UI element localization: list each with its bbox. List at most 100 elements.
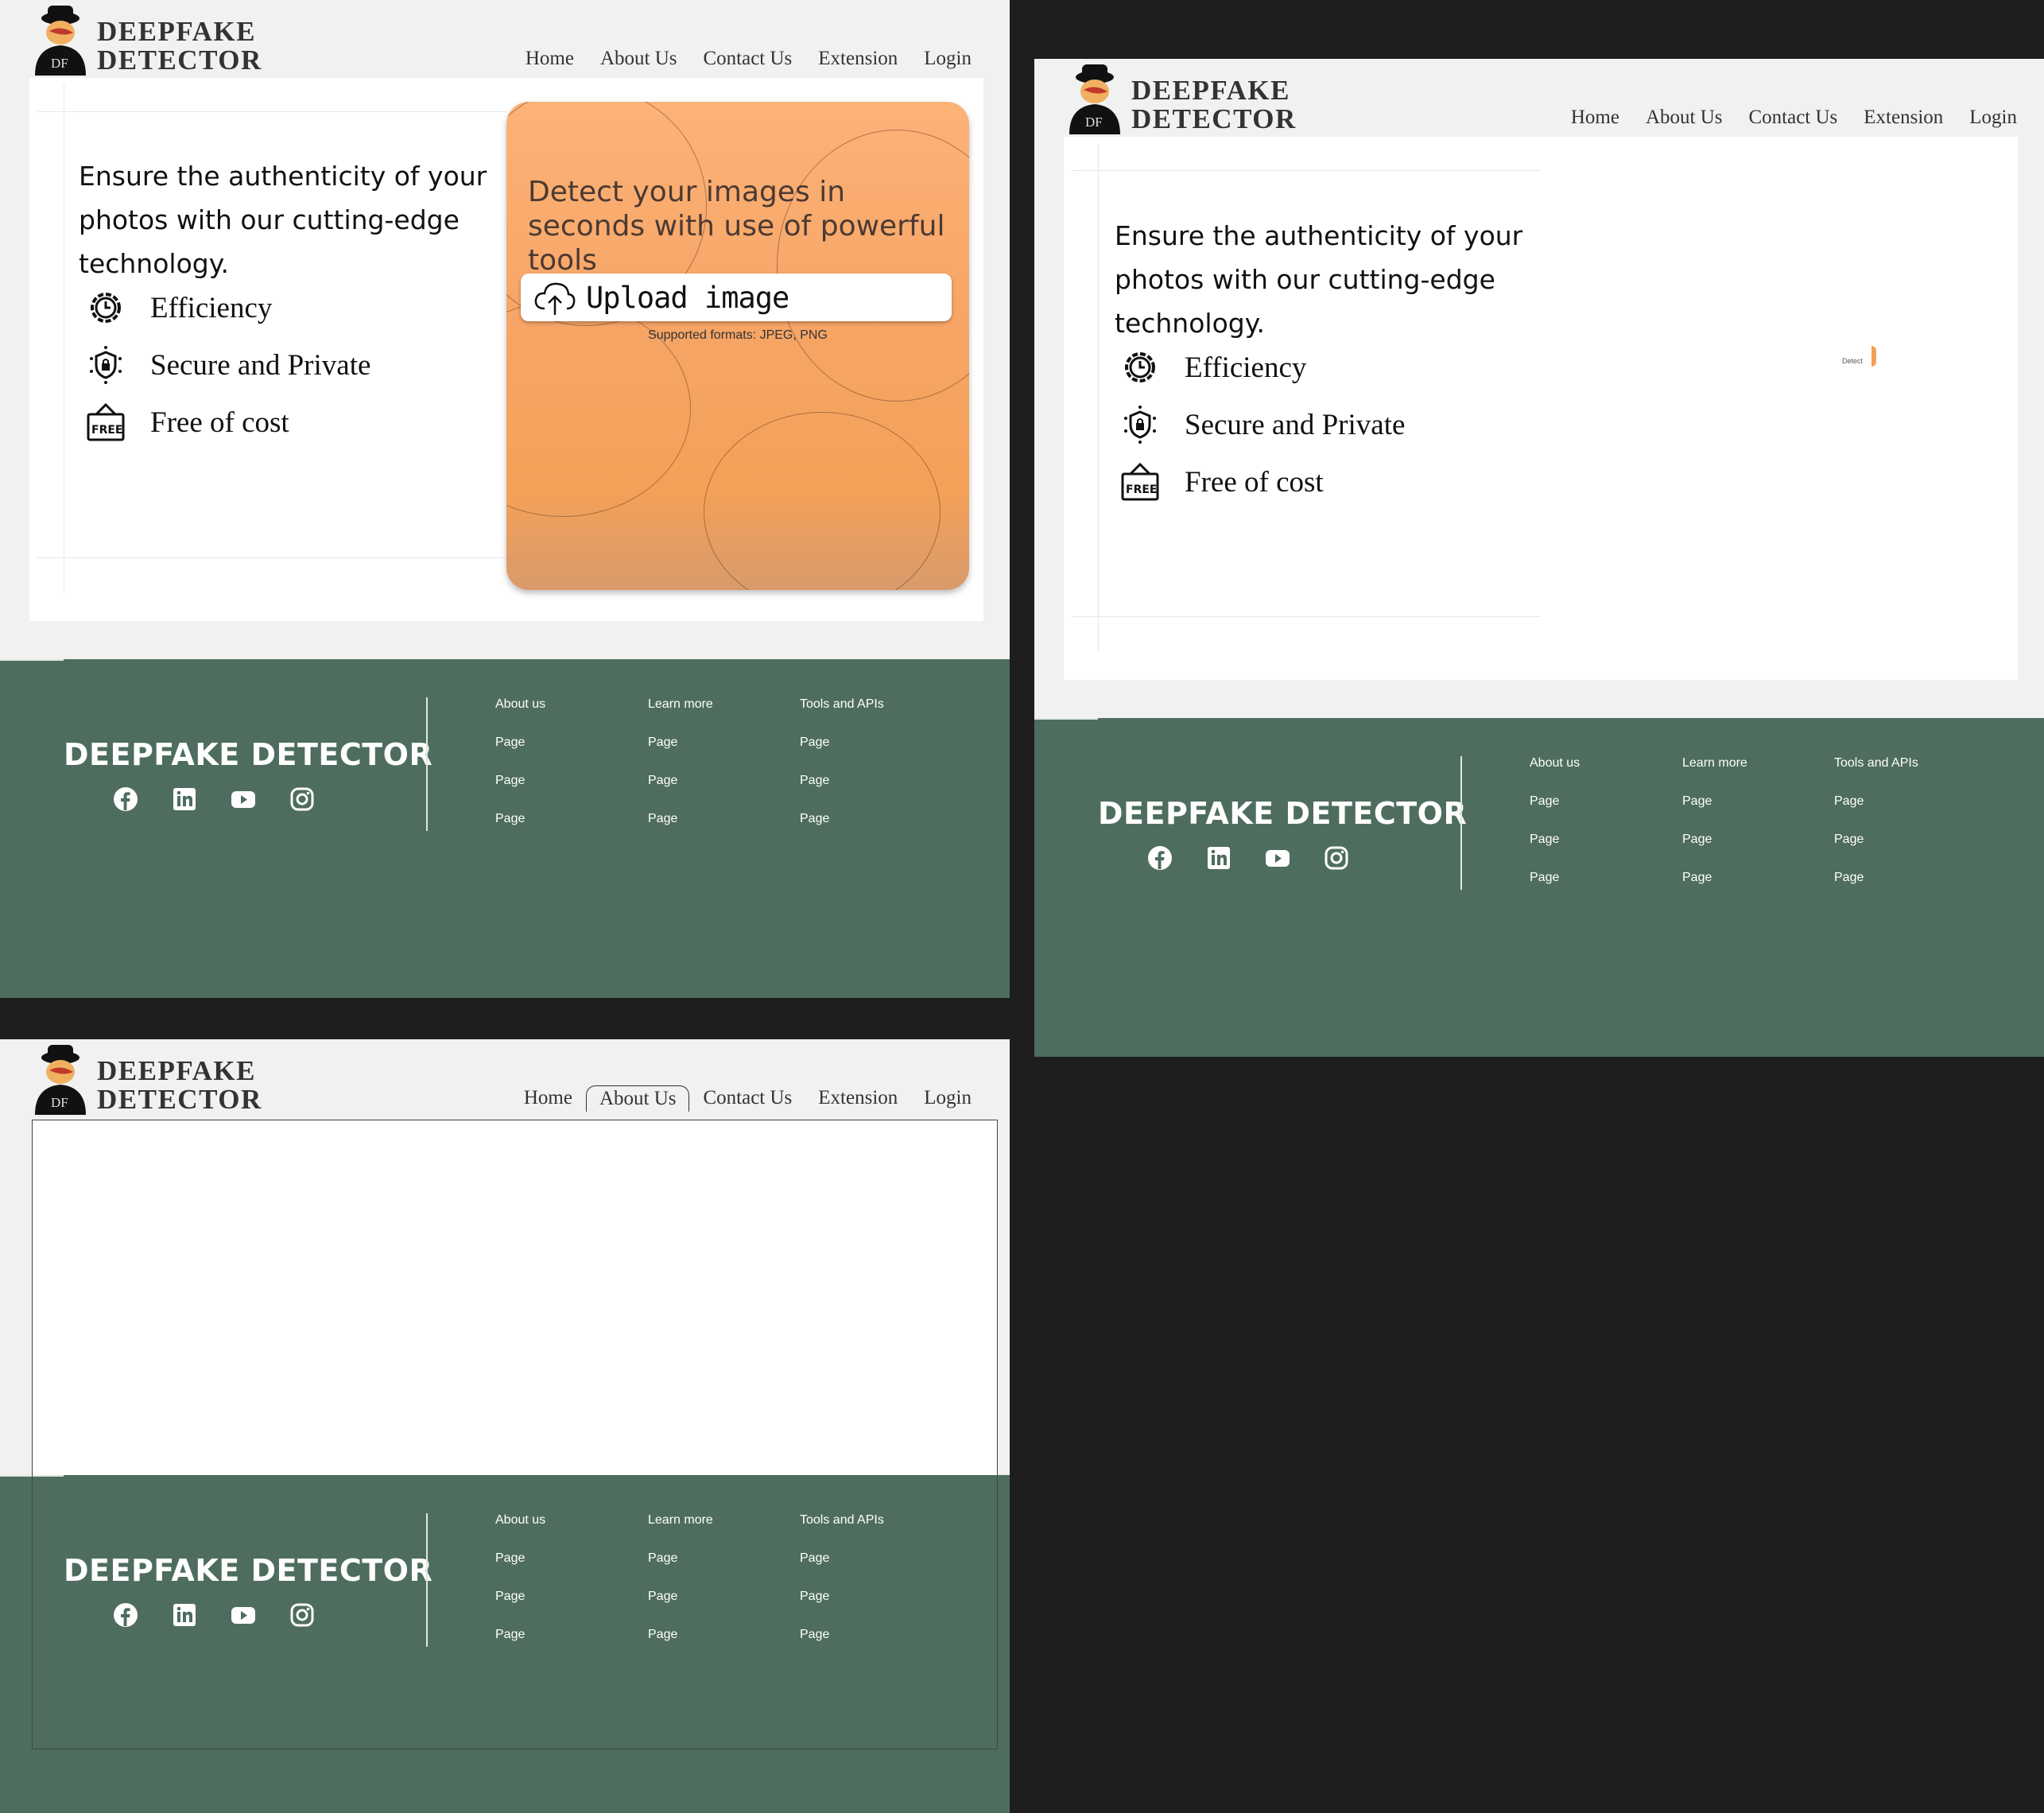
brand-line1: DEEPFAKE [97, 16, 256, 47]
footer-heading[interactable]: About us [495, 697, 545, 736]
footer-heading[interactable]: Learn more [648, 697, 713, 736]
supported-formats: Supported formats: JPEG, PNG [648, 328, 828, 342]
detective-logo-icon[interactable]: DF [1066, 63, 1123, 134]
footer-heading[interactable]: Tools and APIs [1834, 756, 1918, 794]
nav-home[interactable]: Home [511, 1085, 585, 1112]
detective-logo-icon[interactable]: DF [32, 4, 89, 76]
footer-link[interactable]: Page [648, 812, 713, 850]
footer-brand: DEEPFAKE DETECTOR [1098, 796, 1468, 831]
footer-link[interactable]: Page [648, 736, 713, 774]
footer-heading[interactable]: Tools and APIs [800, 697, 884, 736]
linkedin-icon[interactable] [1206, 845, 1231, 871]
nav-contact[interactable]: Contact Us [690, 1085, 805, 1112]
nav-extension[interactable]: Extension [805, 46, 910, 72]
svg-text:DF: DF [1085, 115, 1103, 130]
brand-wordmark[interactable]: DEEPFAKE DETECTOR [97, 17, 262, 75]
svg-text:DF: DF [51, 1095, 68, 1110]
screenshot-home-loading: DF DEEPFAKE DETECTOR Home About Us Conta… [1034, 59, 2044, 1057]
footer-link[interactable]: Page [800, 774, 884, 812]
facebook-icon[interactable] [1147, 845, 1173, 871]
nav-extension[interactable]: Extension [1851, 105, 1956, 130]
detective-logo-icon[interactable]: DF [32, 1043, 89, 1115]
upload-title: Detect your images in seconds with use o… [528, 176, 945, 277]
brand-wordmark[interactable]: DEEPFAKE DETECTOR [97, 1057, 262, 1114]
nav-about[interactable]: About Us [588, 46, 690, 72]
site-footer: DEEPFAKE DETECTOR About us Page Page Pag… [0, 659, 1010, 998]
footer-link[interactable]: Page [1530, 794, 1580, 833]
main-nav: Home About Us Contact Us Extension Login [512, 46, 984, 72]
youtube-icon[interactable] [231, 786, 256, 812]
footer-heading[interactable]: About us [1530, 756, 1580, 794]
main-nav: Home About Us Contact Us Extension Login [1557, 105, 2030, 130]
detect-widget-collapsed[interactable]: Detect [1840, 346, 1876, 368]
brand-wordmark[interactable]: DEEPFAKE DETECTOR [1131, 76, 1297, 134]
footer-col-tools: Tools and APIs Page Page Page [800, 697, 884, 850]
feature-secure: Secure and Private [1119, 404, 1405, 445]
footer-link[interactable]: Page [1530, 833, 1580, 871]
footer-link[interactable]: Page [648, 774, 713, 812]
nav-login[interactable]: Login [911, 1085, 984, 1112]
feature-label: Secure and Private [150, 348, 371, 382]
feature-free: FREE Free of cost [1119, 461, 1324, 503]
svg-text:FREE: FREE [1126, 483, 1157, 496]
shield-lock-icon [1124, 406, 1156, 444]
footer-link[interactable]: Page [1530, 871, 1580, 909]
footer-col-learn: Learn more Page Page Page [648, 697, 713, 850]
footer-col-tools: Tools and APIs Page Page Page [1834, 756, 1918, 909]
feature-label: Secure and Private [1185, 408, 1406, 441]
hero-card: Ensure the authenticity of your photos w… [29, 78, 983, 621]
feature-label: Efficiency [1185, 351, 1307, 384]
footer-link[interactable]: Page [1682, 871, 1747, 909]
facebook-icon[interactable] [113, 786, 138, 812]
feature-label: Efficiency [150, 291, 273, 324]
footer-link[interactable]: Page [1834, 833, 1918, 871]
upload-button-label: Upload image [586, 280, 789, 315]
footer-link[interactable]: Page [495, 812, 545, 850]
free-tag-icon: FREE [87, 402, 125, 441]
nav-extension[interactable]: Extension [805, 1085, 910, 1112]
brand-line1: DEEPFAKE [1131, 75, 1290, 106]
nav-login[interactable]: Login [1957, 105, 2030, 130]
footer-link[interactable]: Page [800, 812, 884, 850]
nav-home[interactable]: Home [513, 46, 587, 72]
detect-label: Detect [1842, 357, 1864, 365]
intro-text: Ensure the authenticity of your photos w… [79, 161, 487, 279]
site-header: DF DEEPFAKE DETECTOR Home About Us Conta… [0, 0, 1010, 78]
nav-home[interactable]: Home [1558, 105, 1632, 130]
nav-about-active[interactable]: About Us [585, 1085, 690, 1112]
footer-link[interactable]: Page [800, 736, 884, 774]
footer-link[interactable]: Page [1834, 794, 1918, 833]
footer-link[interactable]: Page [1834, 871, 1918, 909]
hero-card: Ensure the authenticity of your photos w… [1064, 137, 2018, 680]
intro-text: Ensure the authenticity of your photos w… [1115, 220, 1523, 339]
footer-link[interactable]: Page [1682, 833, 1747, 871]
brand-line2: DETECTOR [1131, 103, 1297, 134]
brand-line2: DETECTOR [97, 45, 262, 76]
footer-heading[interactable]: Learn more [1682, 756, 1747, 794]
brand-line2: DETECTOR [97, 1084, 262, 1115]
instagram-icon[interactable] [1324, 845, 1349, 871]
footer-link[interactable]: Page [495, 774, 545, 812]
instagram-icon[interactable] [289, 786, 315, 812]
social-links [113, 786, 315, 812]
youtube-icon[interactable] [1265, 845, 1290, 871]
linkedin-icon[interactable] [172, 786, 197, 812]
svg-text:DF: DF [51, 56, 68, 71]
free-tag-icon: FREE [1121, 462, 1159, 501]
footer-link[interactable]: Page [495, 736, 545, 774]
feature-efficiency: Efficiency [1119, 347, 1306, 388]
gear-clock-icon [1125, 352, 1155, 382]
upload-panel: Detect your images in seconds with use o… [506, 102, 969, 590]
nav-contact[interactable]: Contact Us [690, 46, 805, 72]
site-header: DF DEEPFAKE DETECTOR Home About Us Conta… [1034, 59, 2044, 137]
gear-clock-icon [91, 293, 121, 323]
screenshot-about-us: DF DEEPFAKE DETECTOR Home About Us Conta… [0, 1039, 1010, 1813]
site-footer: DEEPFAKE DETECTOR About us Page Page Pag… [1034, 718, 2044, 1057]
nav-contact[interactable]: Contact Us [1736, 105, 1850, 130]
feature-secure: Secure and Private [85, 344, 370, 386]
nav-login[interactable]: Login [911, 46, 984, 72]
upload-image-button[interactable]: Upload image [521, 274, 952, 321]
footer-link[interactable]: Page [1682, 794, 1747, 833]
nav-about[interactable]: About Us [1633, 105, 1736, 130]
footer-col-about: About us Page Page Page [1530, 756, 1580, 909]
